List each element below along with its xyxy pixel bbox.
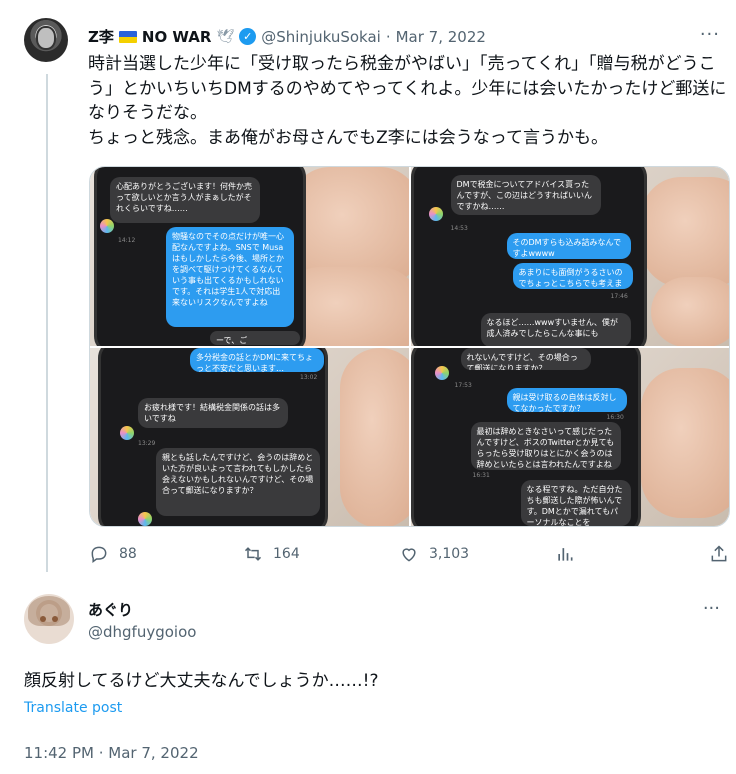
chat-bubble: 心配ありがとうございます！何件か売って欲しいとか言う人がまぁしたがそれくらいです… [110, 177, 260, 223]
verified-badge-icon: ✓ [239, 28, 257, 45]
like-count: 3,103 [429, 546, 470, 562]
author-name[interactable]: Z李 [88, 26, 114, 47]
heart-icon [402, 548, 416, 562]
chat-bubble: 親は受け取るの自体は反対してなかったですか？ [506, 387, 627, 412]
chat-bubble: 最初は辞めときなさいって感じだったんですけど、ボスのTwitterとか見てもらっ… [470, 421, 621, 470]
header-separator: · [385, 27, 391, 46]
reply-author-name[interactable]: あぐり [88, 599, 133, 620]
chat-bubble: ーで、ご [210, 331, 300, 345]
chat-avatar [138, 511, 152, 526]
chat-timestamp: 16:31 [472, 471, 490, 479]
chat-timestamp: 14:12 [118, 237, 136, 244]
tweet-date[interactable]: Mar 7, 2022 [396, 28, 486, 46]
chat-timestamp: 13:29 [138, 439, 156, 447]
reply-icon [91, 546, 107, 563]
chat-bubble: そのDMすらも込み詰みなんですよwwww [506, 233, 631, 259]
more-options-icon[interactable]: ··· [700, 24, 720, 45]
hand-shape [640, 177, 729, 287]
analytics-button[interactable] [555, 544, 575, 564]
chat-bubble: れないんですけど、その場合って郵送になりますか？ [460, 347, 591, 370]
chat-avatar [100, 219, 114, 233]
retweet-button[interactable]: 164 [243, 544, 300, 564]
reply-more-options-icon[interactable]: ··· [703, 598, 720, 619]
chat-timestamp: 17:46 [610, 293, 628, 300]
chat-bubble: お疲れ様です！結構税金関係の話は多いですね [138, 397, 288, 428]
reply-button[interactable]: 88 [89, 544, 137, 564]
dove-icon: 🕊 [216, 28, 235, 45]
chat-timestamp: 13:02 [300, 373, 318, 381]
author-name-suffix[interactable]: NO WAR [142, 28, 212, 46]
retweet-icon [244, 547, 262, 561]
reply-count: 88 [119, 546, 137, 562]
chat-timestamp: 14:53 [450, 225, 468, 232]
chat-timestamp: 17:53 [454, 381, 472, 389]
tweet-text: 時計当選した少年に「受け取ったら税金がやばい」「売ってくれ」「贈与税がどうこう」… [88, 54, 727, 148]
reply-author-handle[interactable]: @dhgfuygoioo [88, 623, 196, 641]
ukraine-flag-icon [118, 30, 137, 43]
retweet-count: 164 [273, 546, 300, 562]
chat-bubble: DMで税金についてアドバイス貰ったんですが、この辺はどうすればいいんですかね…… [450, 175, 601, 215]
chat-avatar [428, 207, 443, 221]
author-handle[interactable]: @ShinjukuSokai [261, 28, 381, 46]
chat-bubble: 多分税金の話とかDMに来てちょっと不安だと思います… [190, 347, 324, 372]
like-button[interactable]: 3,103 [399, 544, 469, 564]
tweet-media-grid[interactable]: 心配ありがとうございます！何件か売って欲しいとか言う人がまぁしたがそれくらいです… [89, 166, 730, 527]
hand-shape [340, 347, 409, 526]
chat-bubble: 親とも話したんですけど、会うのは辞めといた方が良いよって言われてもしかしたら会え… [156, 447, 320, 516]
reply-text: 顔反射してるけど大丈夫なんでしょうか……!? [24, 671, 379, 691]
analytics-icon [558, 548, 573, 561]
tweet-header: Z李 NO WAR 🕊 ✓ @ShinjukuSokai · Mar 7, 20… [88, 26, 486, 47]
chat-timestamp: 16:30 [606, 413, 624, 421]
hand-shape [640, 367, 729, 518]
chat-bubble: あまりにも面倒がうるさいのでちょっとこちらでも考えますね！ [512, 263, 633, 289]
translate-post-link[interactable]: Translate post [24, 700, 122, 716]
chat-bubble: なる程ですね。ただ自分たちも郵送した際が怖いんです。DMとかで漏れてもパーソナル… [520, 479, 631, 526]
media-photo-1[interactable]: 心配ありがとうございます！何件か売って欲しいとか言う人がまぁしたがそれくらいです… [90, 167, 409, 346]
hand-shape [650, 277, 729, 346]
author-avatar[interactable] [24, 18, 68, 62]
tweet-action-bar: 88 164 3,103 [89, 544, 734, 566]
chat-avatar [434, 365, 449, 380]
chat-bubble: 物騒なのでその点だけが唯一心配なんですよね。SNSで Musaはもしかしたら今後… [166, 227, 294, 327]
chat-bubble: なるほど……wwwすいません、僕が成人済みでしたらこんな事にも [480, 313, 631, 346]
thread-connector-line [46, 74, 48, 572]
reply-author-avatar[interactable] [24, 594, 74, 644]
media-photo-3[interactable]: 多分税金の話とかDMに来てちょっと不安だと思います… 13:02 お疲れ様です！… [90, 347, 409, 526]
media-photo-2[interactable]: DMで税金についてアドバイス貰ったんですが、この辺はどうすればいいんですかね……… [410, 167, 729, 346]
reply-timestamp[interactable]: 11:42 PM · Mar 7, 2022 [24, 744, 199, 762]
media-photo-4[interactable]: れないんですけど、その場合って郵送になりますか？ 17:53 親は受け取るの自体… [410, 347, 729, 526]
share-button[interactable] [709, 544, 729, 564]
share-icon [711, 545, 727, 562]
chat-avatar [120, 425, 134, 440]
